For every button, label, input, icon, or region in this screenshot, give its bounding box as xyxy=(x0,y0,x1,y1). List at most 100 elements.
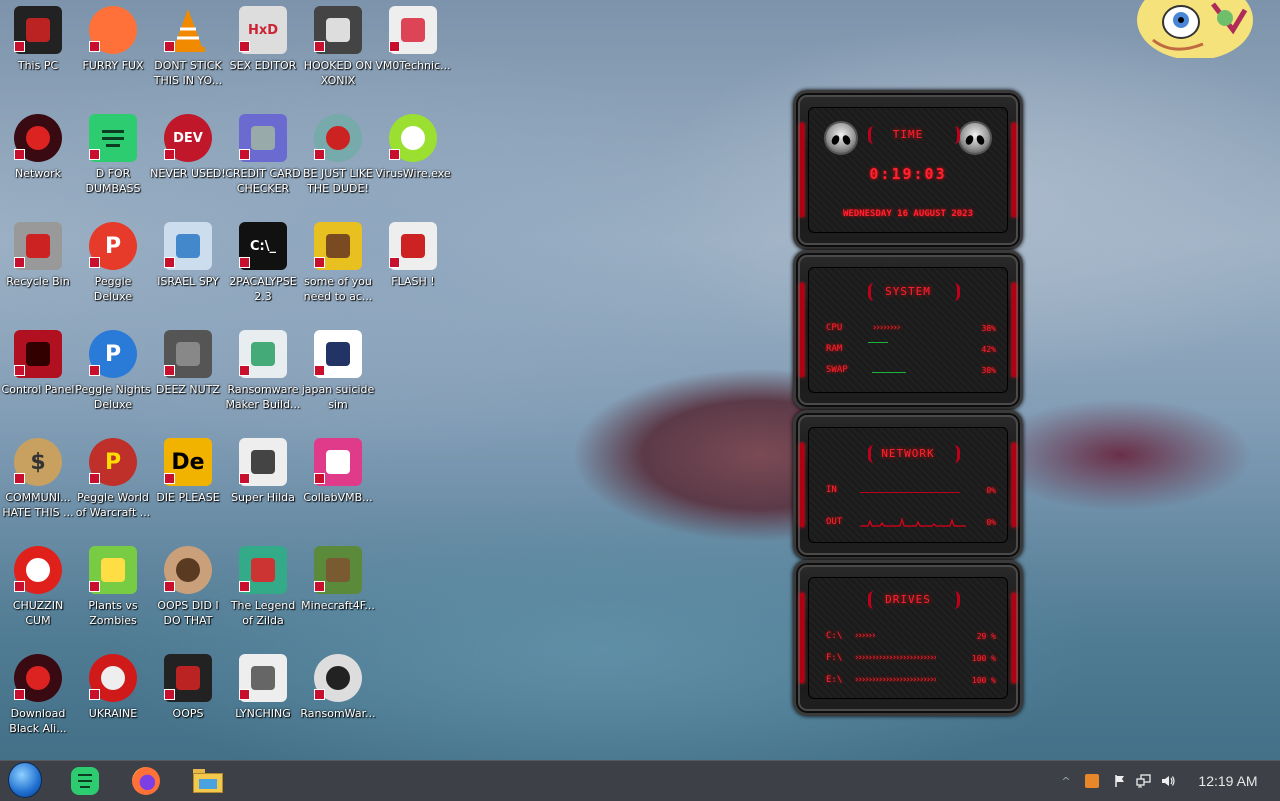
firefox-icon[interactable] xyxy=(129,765,163,797)
sex-editor-icon: HxD xyxy=(239,6,287,54)
dont-stick-icon xyxy=(164,6,212,54)
shortcut-badge-icon xyxy=(14,581,25,592)
volume-icon[interactable] xyxy=(1158,761,1178,801)
shortcut-badge-icon xyxy=(164,365,175,376)
taskbar-clock[interactable]: 12:19 AM xyxy=(1188,761,1268,801)
desktop-icon-oops[interactable]: OOPS xyxy=(150,648,226,752)
desktop-icon-download-black-ali[interactable]: Download Black Ali... xyxy=(0,648,76,752)
shortcut-badge-icon xyxy=(164,149,175,160)
desktop-icon-lynching[interactable]: LYNCHING xyxy=(225,648,301,752)
shortcut-badge-icon xyxy=(89,257,100,268)
desktop-icon-chuzzin-cum[interactable]: CHUZZIN CUM xyxy=(0,540,76,644)
desktop-icon-israel-spy[interactable]: ISRAEL SPY xyxy=(150,216,226,320)
network-out-value: 0% xyxy=(986,518,996,527)
control-panel-icon xyxy=(14,330,62,378)
desktop-icon-label: Super Hilda xyxy=(231,491,295,504)
desktop-icon-flash[interactable]: FLASH ! xyxy=(375,216,451,320)
desktop-icon-label: 2PACALYPSE 2.3 xyxy=(229,275,297,303)
desktop-icon-label: VM0Technic... xyxy=(375,59,451,72)
israel-spy-icon xyxy=(164,222,212,270)
desktop-icon-d-for-dumbass[interactable]: D FOR DUMBASS xyxy=(75,108,151,212)
desktop-icon-deez-nutz[interactable]: DEEZ NUTZ xyxy=(150,324,226,428)
desktop-icon-label: LYNCHING xyxy=(235,707,291,720)
system-row-value: 42% xyxy=(981,345,996,354)
2pacalypse-glyph: C:\_ xyxy=(250,238,276,254)
flash-icon xyxy=(389,222,437,270)
anime-sticker-image xyxy=(1133,0,1255,58)
desktop-icon-recycle-bin[interactable]: Recycle Bin xyxy=(0,216,76,320)
peggle-nights-icon: P xyxy=(89,330,137,378)
minecraft-icon xyxy=(314,546,362,594)
desktop-icon-sex-editor[interactable]: HxD SEX EDITOR xyxy=(225,0,301,104)
desktop-icon-collabvm[interactable]: CollabVMB... xyxy=(300,432,376,536)
desktop-icon-super-hilda[interactable]: Super Hilda xyxy=(225,432,301,536)
network-out-graph xyxy=(860,512,966,527)
start-orb-icon[interactable] xyxy=(8,762,42,798)
shortcut-badge-icon xyxy=(164,581,175,592)
desktop-icon-never-used[interactable]: DEV NEVER USED! xyxy=(150,108,226,212)
desktop-icon-vm0technic[interactable]: VM0Technic... xyxy=(375,0,451,104)
desktop-icon-label: some of you need to ac... xyxy=(303,275,373,303)
desktop-icon-peggle-deluxe[interactable]: P Peggle Deluxe xyxy=(75,216,151,320)
ukraine-icon xyxy=(89,654,137,702)
desktop-icon-peggle-wow[interactable]: P Peggle World of Warcraft ... xyxy=(75,432,151,536)
be-just-like-the-dude-icon xyxy=(314,114,362,162)
desktop-icon-label: The Legend of Zilda xyxy=(230,599,296,627)
desktop-icon-legend-of-zilda[interactable]: The Legend of Zilda xyxy=(225,540,301,644)
network-icon[interactable] xyxy=(1134,761,1154,801)
desktop-icon-this-pc[interactable]: This PC xyxy=(0,0,76,104)
network-in-graph xyxy=(860,492,960,493)
shortcut-badge-icon xyxy=(89,689,100,700)
desktop-icon-label: UKRAINE xyxy=(88,707,138,720)
vm0technic-icon xyxy=(389,6,437,54)
desktop-icon-credit-card-checker[interactable]: CREDIT CARD CHECKER xyxy=(225,108,301,212)
chuzzin-cum-icon xyxy=(14,546,62,594)
date-display: WEDNESDAY 16 AUGUST 2023 xyxy=(842,209,974,219)
flag-icon[interactable] xyxy=(1110,761,1130,801)
tray-app-icon[interactable] xyxy=(1082,761,1102,801)
shortcut-badge-icon xyxy=(14,473,25,484)
ransomwar-icon xyxy=(314,654,362,702)
tray-overflow-chevron[interactable]: ^ xyxy=(1056,761,1076,801)
network-in-value: 0% xyxy=(986,486,996,495)
notes-app-icon[interactable] xyxy=(68,765,102,797)
desktop-icon-plants-vs-zombies[interactable]: Plants vs Zombies xyxy=(75,540,151,644)
desktop-icon-peggle-nights[interactable]: P Peggle Nights Deluxe xyxy=(75,324,151,428)
desktop-icon-label: HOOKED ON XONIX xyxy=(303,59,373,87)
drive-row-label: F:\ xyxy=(826,653,843,663)
desktop-icon-some-of-you[interactable]: some of you need to ac... xyxy=(300,216,376,320)
shortcut-badge-icon xyxy=(164,257,175,268)
drive-row-value: 100 % xyxy=(971,676,996,685)
system-usage-bar: ›››››››› xyxy=(872,323,901,333)
desktop-icon-ukraine[interactable]: UKRAINE xyxy=(75,648,151,752)
desktop-icon-viruswire[interactable]: VirusWire.exe xyxy=(375,108,451,212)
desktop-icon-control-panel[interactable]: Control Panel xyxy=(0,324,76,428)
desktop-icon-minecraft[interactable]: Minecraft4F... xyxy=(300,540,376,644)
desktop-icon-network[interactable]: Network xyxy=(0,108,76,212)
file-explorer-icon[interactable] xyxy=(191,765,225,797)
desktop-icon-label: FURRY FUX xyxy=(82,59,144,72)
desktop-icon-furry-fux[interactable]: FURRY FUX xyxy=(75,0,151,104)
desktop-icon-label: ISRAEL SPY xyxy=(157,275,219,288)
desktop-icon-ransomware-maker[interactable]: Ransomware Maker Build... xyxy=(225,324,301,428)
shortcut-badge-icon xyxy=(389,257,400,268)
network-panel: NETWORK IN 0% OUT 0% xyxy=(793,410,1023,560)
desktop-icon-die-please[interactable]: De DIE PLEASE xyxy=(150,432,226,536)
desktop-icon-label: DIE PLEASE xyxy=(156,491,220,504)
shortcut-badge-icon xyxy=(389,41,400,52)
desktop-icon-communi-hate[interactable]: $ COMMUNI... HATE THIS ... xyxy=(0,432,76,536)
desktop-icon-2pacalypse[interactable]: C:\_ 2PACALYPSE 2.3 xyxy=(225,216,301,320)
desktop-icon-japan-suicide-sim[interactable]: japan suicide sim xyxy=(300,324,376,428)
oops-did-i-do-that-icon xyxy=(164,546,212,594)
desktop-icon-oops-did-i-do-that[interactable]: OOPS DID I DO THAT xyxy=(150,540,226,644)
desktop-icon-dont-stick[interactable]: DONT STICK THIS IN YO... xyxy=(150,0,226,104)
desktop-icon-hooked-on-xonix[interactable]: HOOKED ON XONIX xyxy=(300,0,376,104)
shortcut-badge-icon xyxy=(239,41,250,52)
die-please-icon: De xyxy=(164,438,212,486)
desktop-icon-ransomwar[interactable]: RansomWar... xyxy=(300,648,376,752)
desktop-icon-be-just-like-the-dude[interactable]: BE JUST LIKE THE DUDE! xyxy=(300,108,376,212)
shortcut-badge-icon xyxy=(389,149,400,160)
system-row-label: CPU xyxy=(826,323,843,333)
time-title: TIME xyxy=(892,128,924,141)
clock-display: 0:19:03 xyxy=(869,165,947,183)
